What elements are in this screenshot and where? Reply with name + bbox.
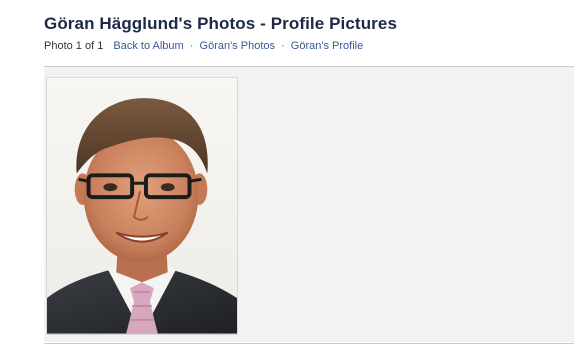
bottom-divider <box>44 343 574 344</box>
page-title: Göran Hägglund's Photos - Profile Pictur… <box>44 14 398 33</box>
nav-separator: · <box>189 40 194 52</box>
back-to-album-link[interactable]: Back to Album <box>113 40 183 52</box>
photo-navigation: Photo 1 of 1 Back to Album · Göran's Pho… <box>44 40 363 52</box>
photo-counter: Photo 1 of 1 <box>44 40 104 52</box>
profile-photo-image <box>47 78 237 334</box>
owner-photos-link[interactable]: Göran's Photos <box>200 40 275 52</box>
nav-separator: · <box>281 40 285 52</box>
photo-stage <box>44 66 574 342</box>
owner-profile-link[interactable]: Göran's Profile <box>291 40 363 52</box>
profile-photo[interactable] <box>46 77 238 335</box>
